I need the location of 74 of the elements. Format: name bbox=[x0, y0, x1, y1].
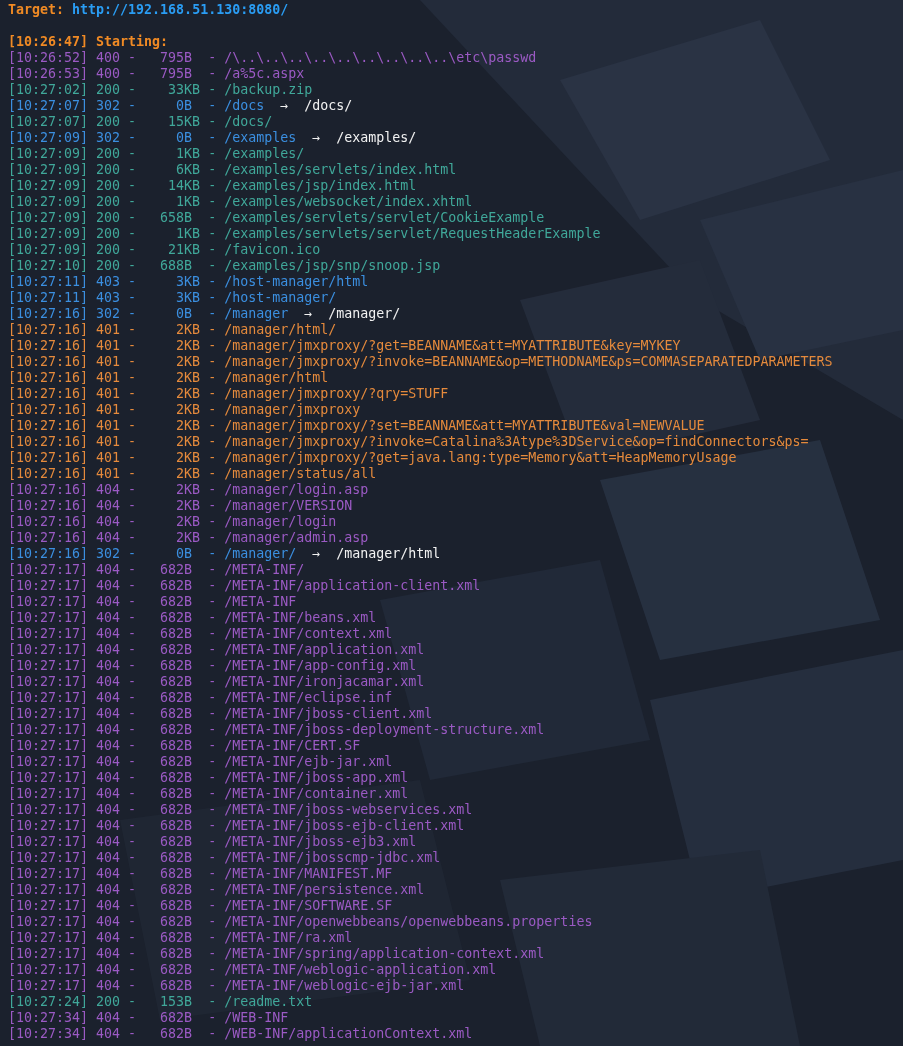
log-entry: [10:27:17] 404 - 682B - /META-INF/container.xml bbox=[8, 786, 409, 802]
redirect-target: /manager/html bbox=[336, 546, 441, 562]
redirect-target: /docs/ bbox=[304, 98, 353, 114]
log-entry: [10:27:09] 302 - 0B - /examples bbox=[8, 130, 297, 146]
log-entry: [10:27:17] 404 - 682B - /META-INF/spring/application-context.xml bbox=[8, 946, 545, 962]
target-url: http://192.168.51.130:8080/ bbox=[72, 2, 289, 18]
log-entry: [10:27:17] 404 - 682B - /META-INF/weblogic-application.xml bbox=[8, 962, 497, 978]
log-entry: [10:27:17] 404 - 682B - /META-INF/eclipse.inf bbox=[8, 690, 393, 706]
log-entry: [10:27:16] 401 - 2KB - /manager/jmxproxy/?invoke=Catalina%3Atype%3DService&op=findConnectors&ps= bbox=[8, 434, 809, 450]
log-entry: [10:27:07] 302 - 0B - /docs bbox=[8, 98, 265, 114]
redirect-arrow: → bbox=[280, 98, 289, 114]
start-message: Starting: bbox=[96, 34, 169, 50]
log-entry: [10:27:17] 404 - 682B - /META-INF/weblogic-ejb-jar.xml bbox=[8, 978, 465, 994]
log-entry: [10:27:09] 200 - 1KB - /examples/websocket/index.xhtml bbox=[8, 194, 473, 210]
log-entry: [10:27:17] 404 - 682B - /META-INF/persistence.xml bbox=[8, 882, 425, 898]
redirect-arrow: → bbox=[304, 306, 313, 322]
log-entry: [10:27:16] 401 - 2KB - /manager/status/all bbox=[8, 466, 377, 482]
log-entry: [10:27:17] 404 - 682B - /META-INF/beans.xml bbox=[8, 610, 377, 626]
log-entry: [10:27:17] 404 - 682B - /META-INF/ra.xml bbox=[8, 930, 353, 946]
log-entry: [10:27:16] 302 - 0B - /manager bbox=[8, 306, 289, 322]
log-entry: [10:27:09] 200 - 1KB - /examples/ bbox=[8, 146, 305, 162]
redirect-arrow: → bbox=[312, 546, 321, 562]
log-entry: [10:27:17] 404 - 682B - /META-INF/jboss-ejb3.xml bbox=[8, 834, 417, 850]
log-entry: [10:27:16] 404 - 2KB - /manager/login bbox=[8, 514, 337, 530]
log-entry: [10:27:17] 404 - 682B - /META-INF/app-config.xml bbox=[8, 658, 417, 674]
log-entry: [10:27:09] 200 - 14KB - /examples/jsp/index.html bbox=[8, 178, 417, 194]
log-entry: [10:27:02] 200 - 33KB - /backup.zip bbox=[8, 82, 313, 98]
log-entry: [10:27:17] 404 - 682B - /META-INF/MANIFEST.MF bbox=[8, 866, 393, 882]
log-entry: [10:27:24] 200 - 153B - /readme.txt bbox=[8, 994, 313, 1010]
log-entry: [10:27:17] 404 - 682B - /META-INF/jboss-webservices.xml bbox=[8, 802, 473, 818]
log-entry: [10:27:16] 404 - 2KB - /manager/login.asp bbox=[8, 482, 369, 498]
redirect-target: /manager/ bbox=[328, 306, 401, 322]
log-entry: [10:27:16] 401 - 2KB - /manager/jmxproxy bbox=[8, 402, 361, 418]
log-entry: [10:27:09] 200 - 1KB - /examples/servlets/servlet/RequestHeaderExample bbox=[8, 226, 601, 242]
log-entry: [10:27:16] 401 - 2KB - /manager/jmxproxy/?qry=STUFF bbox=[8, 386, 449, 402]
log-entry: [10:27:17] 404 - 682B - /META-INF/jbosscmp-jdbc.xml bbox=[8, 850, 441, 866]
log-entry: [10:27:17] 404 - 682B - /META-INF/openwebbeans/openwebbeans.properties bbox=[8, 914, 593, 930]
log-entry: [10:27:11] 403 - 3KB - /host-manager/ bbox=[8, 290, 337, 306]
log-entry: [10:27:16] 404 - 2KB - /manager/admin.asp bbox=[8, 530, 369, 546]
log-entry: [10:27:09] 200 - 6KB - /examples/servlets/index.html bbox=[8, 162, 457, 178]
log-entry: [10:27:16] 401 - 2KB - /manager/jmxproxy/?get=BEANNAME&att=MYATTRIBUTE&key=MYKEY bbox=[8, 338, 681, 354]
log-entry: [10:27:17] 404 - 682B - /META-INF/jboss-deployment-structure.xml bbox=[8, 722, 545, 738]
redirect-arrow: → bbox=[312, 130, 321, 146]
log-entry: [10:27:16] 401 - 2KB - /manager/jmxproxy/?invoke=BEANNAME&op=METHODNAME&ps=COMMASEPARATEDPARAMETERS bbox=[8, 354, 833, 370]
log-entry: [10:26:52] 400 - 795B - /\..\..\..\..\..\..\..\..\..\etc\passwd bbox=[8, 50, 537, 66]
log-entry: [10:27:17] 404 - 682B - /META-INF/SOFTWARE.SF bbox=[8, 898, 393, 914]
start-time: [10:26:47] bbox=[8, 34, 89, 50]
log-entry: [10:27:16] 401 - 2KB - /manager/jmxproxy/?set=BEANNAME&att=MYATTRIBUTE&val=NEWVALUE bbox=[8, 418, 705, 434]
log-entry: [10:27:10] 200 - 688B - /examples/jsp/snp/snoop.jsp bbox=[8, 258, 441, 274]
log-entry: [10:27:17] 404 - 682B - /META-INF/application.xml bbox=[8, 642, 425, 658]
log-entry: [10:27:17] 404 - 682B - /META-INF/CERT.SF bbox=[8, 738, 361, 754]
target-label: Target: bbox=[8, 2, 65, 18]
log-entry: [10:27:09] 200 - 658B - /examples/servlets/servlet/CookieExample bbox=[8, 210, 545, 226]
log-entry: [10:27:16] 401 - 2KB - /manager/html/ bbox=[8, 322, 337, 338]
log-entry: [10:27:11] 403 - 3KB - /host-manager/html bbox=[8, 274, 369, 290]
log-entry: [10:27:17] 404 - 682B - /META-INF/context.xml bbox=[8, 626, 393, 642]
log-entry: [10:27:16] 401 - 2KB - /manager/jmxproxy/?get=java.lang:type=Memory&att=HeapMemoryUsage bbox=[8, 450, 737, 466]
log-entry: [10:27:09] 200 - 21KB - /favicon.ico bbox=[8, 242, 321, 258]
log-entry: [10:27:16] 404 - 2KB - /manager/VERSION bbox=[8, 498, 353, 514]
redirect-target: /examples/ bbox=[336, 130, 417, 146]
log-entry: [10:27:17] 404 - 682B - /META-INF bbox=[8, 594, 297, 610]
log-entry: [10:27:17] 404 - 682B - /META-INF/jboss-ejb-client.xml bbox=[8, 818, 465, 834]
log-entry: [10:27:17] 404 - 682B - /META-INF/ejb-jar.xml bbox=[8, 754, 393, 770]
log-entry: [10:27:16] 401 - 2KB - /manager/html bbox=[8, 370, 329, 386]
log-entry: [10:27:17] 404 - 682B - /META-INF/jboss-app.xml bbox=[8, 770, 409, 786]
log-entry: [10:26:53] 400 - 795B - /a%5c.aspx bbox=[8, 66, 305, 82]
log-entry: [10:27:17] 404 - 682B - /META-INF/application-client.xml bbox=[8, 578, 481, 594]
log-entry: [10:27:07] 200 - 15KB - /docs/ bbox=[8, 114, 273, 130]
log-entry: [10:27:17] 404 - 682B - /META-INF/jboss-client.xml bbox=[8, 706, 433, 722]
log-entry: [10:27:17] 404 - 682B - /META-INF/ironjacamar.xml bbox=[8, 674, 425, 690]
log-entry: [10:27:34] 404 - 682B - /WEB-INF bbox=[8, 1010, 289, 1026]
log-entry: [10:27:17] 404 - 682B - /META-INF/ bbox=[8, 562, 305, 578]
log-entry: [10:27:16] 302 - 0B - /manager/ bbox=[8, 546, 297, 562]
log-entry: [10:27:34] 404 - 682B - /WEB-INF/applicationContext.xml bbox=[8, 1026, 473, 1042]
